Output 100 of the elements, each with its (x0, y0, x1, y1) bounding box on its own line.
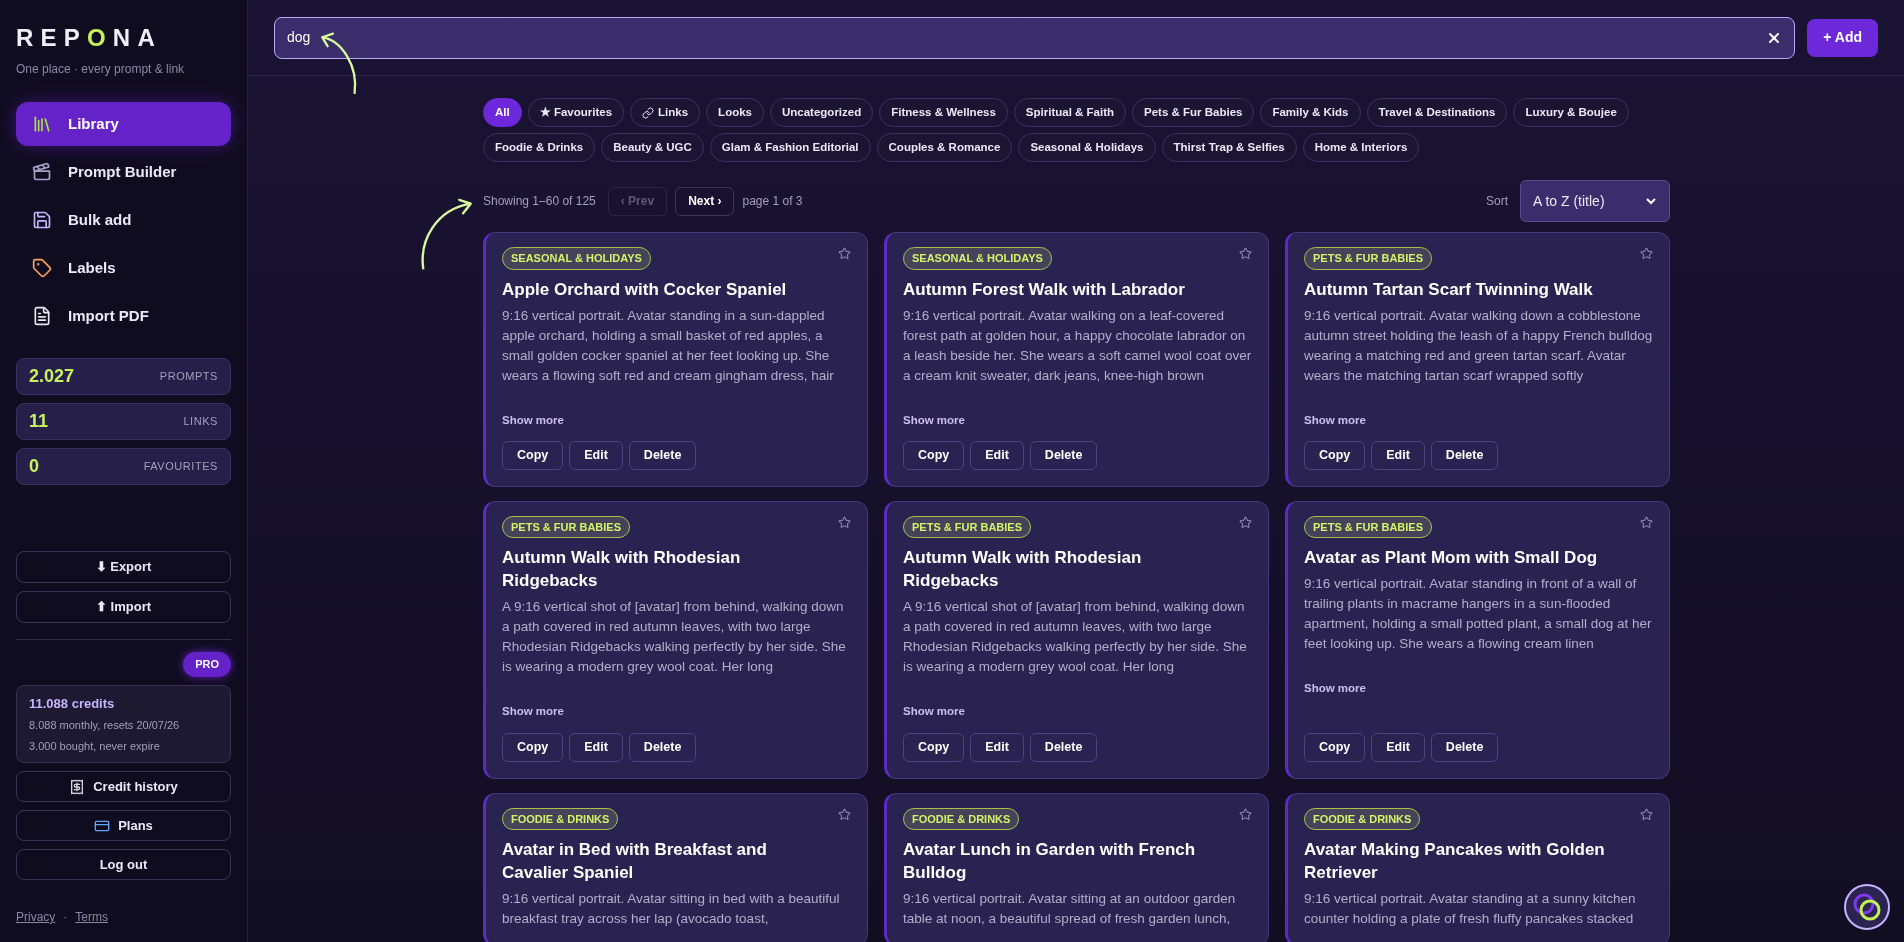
card-action-button[interactable]: Delete (628, 440, 697, 470)
filter-chip[interactable]: Home & Interiors (1302, 133, 1420, 162)
card-action-button[interactable]: Copy (903, 732, 965, 762)
card-action-button[interactable]: Edit (569, 440, 623, 470)
category-tag: SEASONAL & HOLIDAYS (502, 247, 651, 270)
card-description: A 9:16 vertical shot of [avatar] from behind, walking down a path covered in red autumn leaves, with two large Rhodesian Ridgebacks walking perfectly by her side. She is wearing a modern grey wool coat. Her long (903, 598, 1248, 677)
account-button[interactable]: Credit history (16, 771, 231, 802)
add-button[interactable]: + Add (1807, 18, 1878, 57)
card-action-button[interactable]: Delete (1029, 440, 1098, 470)
nav-item[interactable]: Library (16, 102, 231, 146)
category-tag: PETS & FUR BABIES (502, 515, 630, 539)
favourite-star-icon[interactable] (1239, 807, 1252, 821)
favourite-star-icon[interactable] (838, 247, 851, 260)
stat-label: LINKS (183, 414, 218, 430)
stat-label: FAVOURITES (143, 459, 218, 475)
separator-dot: · (63, 909, 68, 926)
transfer-button[interactable]: ⬇ Export (16, 551, 231, 583)
favourite-star-icon[interactable] (1640, 515, 1653, 529)
card-title: Autumn Walk with Rhodesian Ridgebacks (903, 547, 1143, 593)
card-action-button[interactable]: Edit (1371, 732, 1425, 762)
sort-select[interactable]: A to Z (title) (1520, 180, 1670, 222)
brand-tagline: One place · every prompt & link (16, 61, 186, 78)
filter-chip[interactable]: Pets & Fur Babies (1132, 98, 1255, 127)
show-more-link[interactable]: Show more (1304, 680, 1366, 698)
card-description: 9:16 vertical portrait. Avatar sitting in bed with a beautiful breakfast tray across her lap (avocado toast, (502, 890, 841, 928)
favourite-star-icon[interactable] (1239, 247, 1252, 260)
category-tag: FOODIE & DRINKS (903, 807, 1020, 830)
card-action-button[interactable]: Edit (569, 732, 623, 762)
category-tag: SEASONAL & HOLIDAYS (903, 247, 1052, 270)
account-button[interactable]: Log out (16, 849, 231, 880)
favourite-star-icon[interactable] (838, 807, 851, 821)
card-action-button[interactable]: Edit (970, 732, 1024, 762)
stat-value: 2.027 (29, 365, 75, 388)
credits-bought: 3.000 bought, never expire (29, 738, 161, 754)
filter-chip[interactable]: Spiritual & Faith (1013, 98, 1126, 127)
search-field[interactable]: dog (274, 16, 1796, 59)
filter-chip[interactable]: Looks (706, 98, 764, 127)
category-tag: FOODIE & DRINKS (1304, 807, 1421, 830)
show-more-link[interactable]: Show more (1304, 411, 1366, 429)
card-title: Autumn Tartan Scarf Twinning Walk (1304, 278, 1594, 301)
filter-chip[interactable]: Glam & Fashion Editorial (709, 133, 871, 162)
card-title: Autumn Forest Walk with Labrador (903, 278, 1186, 301)
chevron-down-icon (1645, 195, 1657, 207)
card-action-button[interactable]: Edit (970, 440, 1024, 470)
search-input[interactable]: dog (287, 27, 1767, 48)
card-action-button[interactable]: Delete (1430, 440, 1499, 470)
favourite-star-icon[interactable] (1239, 515, 1252, 529)
card-action-button[interactable]: Copy (502, 440, 564, 470)
filter-chip[interactable]: Seasonal & Holidays (1018, 133, 1156, 162)
card-action-button[interactable]: Delete (628, 732, 697, 762)
card-title: Avatar in Bed with Breakfast and Cavalier Spaniel (502, 839, 768, 884)
filter-chip[interactable]: Links (630, 98, 701, 127)
card-action-button[interactable]: Delete (1029, 732, 1098, 762)
favourite-star-icon[interactable] (1640, 247, 1653, 260)
transfer-button[interactable]: ⬆ Import (16, 591, 231, 623)
card-description: 9:16 vertical portrait. Avatar walking on a leaf-covered forest path at golden hour, a happy chocolate labrador on a leash beside her. She wears a soft camel wool coat over a cream knit sweater, dark jeans, knee-high brown (903, 306, 1252, 385)
card-description: 9:16 vertical portrait. Avatar standing in a sun-dappled apple orchard, holding a small basket of red apples, a small golden cocker spaniel at her feet looking up. She wears a flowing soft red and cream gingham dress, hair (502, 306, 835, 385)
card-description: 9:16 vertical portrait. Avatar standing in front of a wall of trailing plants in macrame hangers in a sun-flooded apartment, holding a small potted plant, a small dog at her feet looking up. She wears a flowing cream linen (1304, 575, 1653, 654)
show-more-link[interactable]: Show more (502, 411, 564, 429)
next-button[interactable]: Next › (675, 186, 735, 216)
show-more-link[interactable]: Show more (903, 411, 965, 429)
card-action-button[interactable]: Copy (1304, 440, 1366, 470)
card-title: Autumn Walk with Rhodesian Ridgebacks (502, 547, 742, 593)
nav-item[interactable]: Bulk add (16, 198, 231, 242)
show-more-link[interactable]: Show more (903, 703, 965, 721)
card-action-button[interactable]: Copy (903, 440, 965, 470)
filter-chip[interactable]: ★ Favourites (527, 98, 625, 127)
footer-link[interactable]: Terms (75, 908, 108, 926)
filter-chip[interactable]: Beauty & UGC (601, 133, 704, 162)
card-action-button[interactable]: Edit (1371, 440, 1425, 470)
filter-chip[interactable]: Family & Kids (1260, 98, 1361, 127)
filter-chip[interactable]: Fitness & Wellness (879, 98, 1008, 127)
credits-total: 11.088 credits (29, 694, 116, 713)
favourite-star-icon[interactable] (838, 515, 851, 529)
link-icon (642, 106, 655, 119)
nav-item[interactable]: Prompt Builder (16, 150, 231, 194)
page-indicator: page 1 of 3 (742, 193, 803, 210)
stat-value: 11 (29, 410, 49, 433)
category-tag: PETS & FUR BABIES (1304, 247, 1432, 270)
card-action-button[interactable]: Copy (1304, 732, 1366, 762)
show-more-link[interactable]: Show more (502, 703, 564, 721)
card-action-button[interactable]: Delete (1430, 732, 1499, 762)
filter-chip[interactable]: Thirst Trap & Selfies (1161, 133, 1297, 162)
card-action-button[interactable]: Copy (502, 732, 564, 762)
nav-item[interactable]: Import PDF (16, 294, 231, 338)
filter-chip[interactable]: Foodie & Drinks (483, 133, 596, 162)
card-description: A 9:16 vertical shot of [avatar] from behind, walking down a path covered in red autumn leaves, with two large Rhodesian Ridgebacks walking perfectly by her side. She is wearing a modern grey wool coat. Her long (502, 598, 847, 677)
filter-chip[interactable]: Travel & Destinations (1366, 98, 1508, 127)
account-button[interactable]: Plans (16, 810, 231, 841)
filter-chip[interactable]: All (483, 98, 522, 127)
filter-chip[interactable]: Uncategorized (770, 98, 874, 127)
filter-chip[interactable]: Luxury & Boujee (1513, 98, 1629, 127)
filter-chip[interactable]: Couples & Romance (876, 133, 1013, 162)
card-description: 9:16 vertical portrait. Avatar walking down a cobblestone autumn street holding the leash of a happy French bulldog wearing a matching red and green tartan scarf. Avatar wears the matching tartan scarf wrapped softly (1304, 306, 1653, 385)
footer-link[interactable]: Privacy (16, 908, 56, 926)
favourite-star-icon[interactable] (1640, 807, 1653, 821)
stat-label: PROMPTS (159, 369, 218, 385)
category-tag: PETS & FUR BABIES (903, 515, 1031, 539)
assistant-logo-icon[interactable] (1844, 884, 1890, 930)
nav-item[interactable]: Labels (16, 246, 231, 290)
